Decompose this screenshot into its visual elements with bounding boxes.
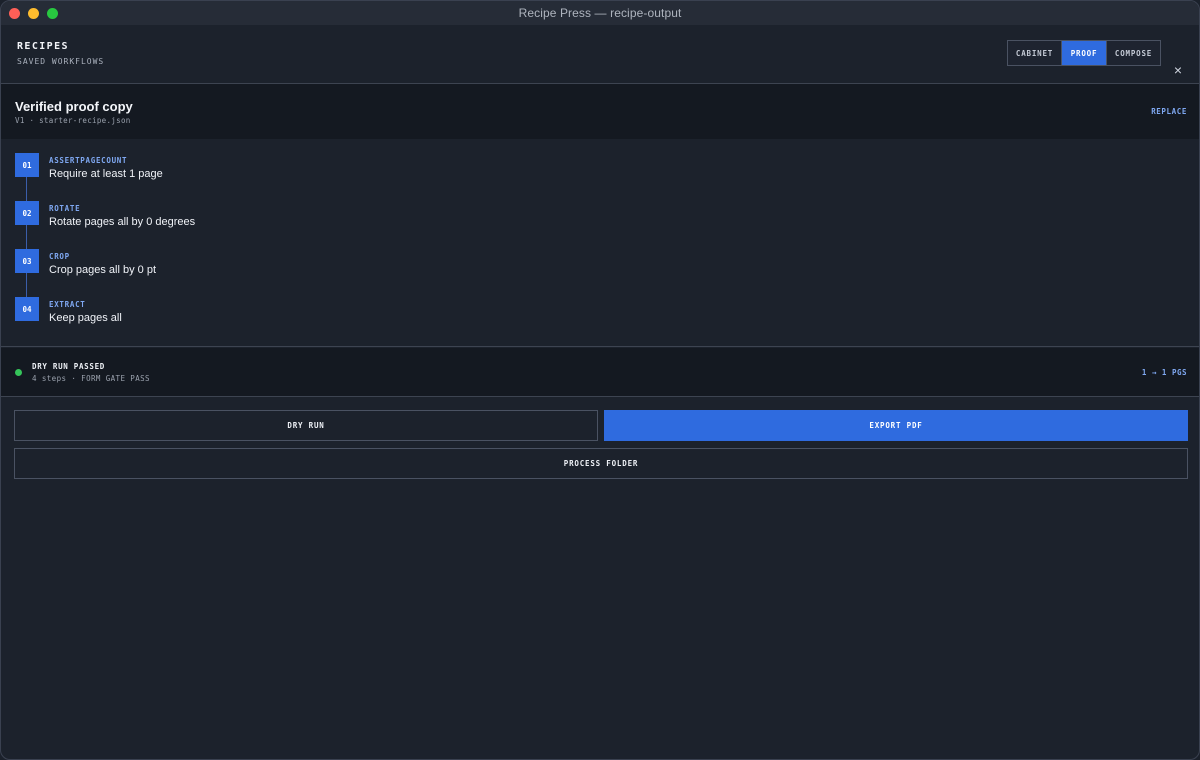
panel-title: RECIPES (17, 41, 69, 52)
step-number: 03 (15, 249, 39, 273)
step-description: Require at least 1 page (49, 168, 163, 180)
step-number: 04 (15, 297, 39, 321)
step-item[interactable]: 01 ASSERTPAGECOUNT Require at least 1 pa… (1, 145, 1199, 193)
view-switcher: CABINET PROOF COMPOSE (1007, 40, 1161, 66)
step-number: 01 (15, 153, 39, 177)
step-number: 02 (15, 201, 39, 225)
process-folder-button[interactable]: PROCESS FOLDER (14, 448, 1188, 479)
status-bar: DRY RUN PASSED 4 steps · FORM GATE PASS … (1, 348, 1199, 397)
recipe-meta: V1 · starter-recipe.json (15, 116, 131, 125)
step-description: Rotate pages all by 0 degrees (49, 216, 196, 228)
step-item[interactable]: 04 EXTRACT Keep pages all (1, 289, 1199, 337)
window-title: Recipe Press — recipe-output (518, 6, 682, 20)
export-pdf-button[interactable]: EXPORT PDF (604, 410, 1188, 441)
zoom-window-button[interactable] (47, 8, 58, 19)
tab-proof[interactable]: PROOF (1062, 41, 1106, 65)
close-icon[interactable]: × (1171, 63, 1185, 77)
step-operation: CROP (49, 252, 70, 261)
recipe-header: Verified proof copy V1 · starter-recipe.… (1, 84, 1199, 139)
recipe-name: Verified proof copy (15, 99, 133, 114)
minimize-window-button[interactable] (28, 8, 39, 19)
dry-run-button[interactable]: DRY RUN (14, 410, 598, 441)
status-dot-icon (15, 369, 22, 376)
status-detail: 4 steps · FORM GATE PASS (32, 374, 150, 383)
replace-button[interactable]: REPLACE (1151, 107, 1187, 116)
page-count: 1 → 1 PGS (1141, 368, 1187, 377)
window-controls (9, 8, 58, 19)
step-item[interactable]: 02 ROTATE Rotate pages all by 0 degrees (1, 193, 1199, 241)
step-operation: ROTATE (49, 204, 81, 213)
step-list: 01 ASSERTPAGECOUNT Require at least 1 pa… (1, 139, 1199, 347)
step-operation: ASSERTPAGECOUNT (49, 156, 128, 165)
step-description: Crop pages all by 0 pt (49, 264, 157, 276)
tab-compose[interactable]: COMPOSE (1106, 41, 1160, 65)
step-description: Keep pages all (49, 312, 122, 324)
app-window: Recipe Press — recipe-output RECIPES SAV… (0, 0, 1200, 760)
tab-cabinet[interactable]: CABINET (1008, 41, 1062, 65)
title-bar: Recipe Press — recipe-output (1, 1, 1199, 25)
panel-subtitle: SAVED WORKFLOWS (17, 57, 105, 66)
panel-header: RECIPES SAVED WORKFLOWS CABINET PROOF CO… (1, 25, 1199, 84)
step-operation: EXTRACT (49, 300, 86, 309)
step-item[interactable]: 03 CROP Crop pages all by 0 pt (1, 241, 1199, 289)
status-label: DRY RUN PASSED (32, 362, 106, 371)
close-window-button[interactable] (9, 8, 20, 19)
